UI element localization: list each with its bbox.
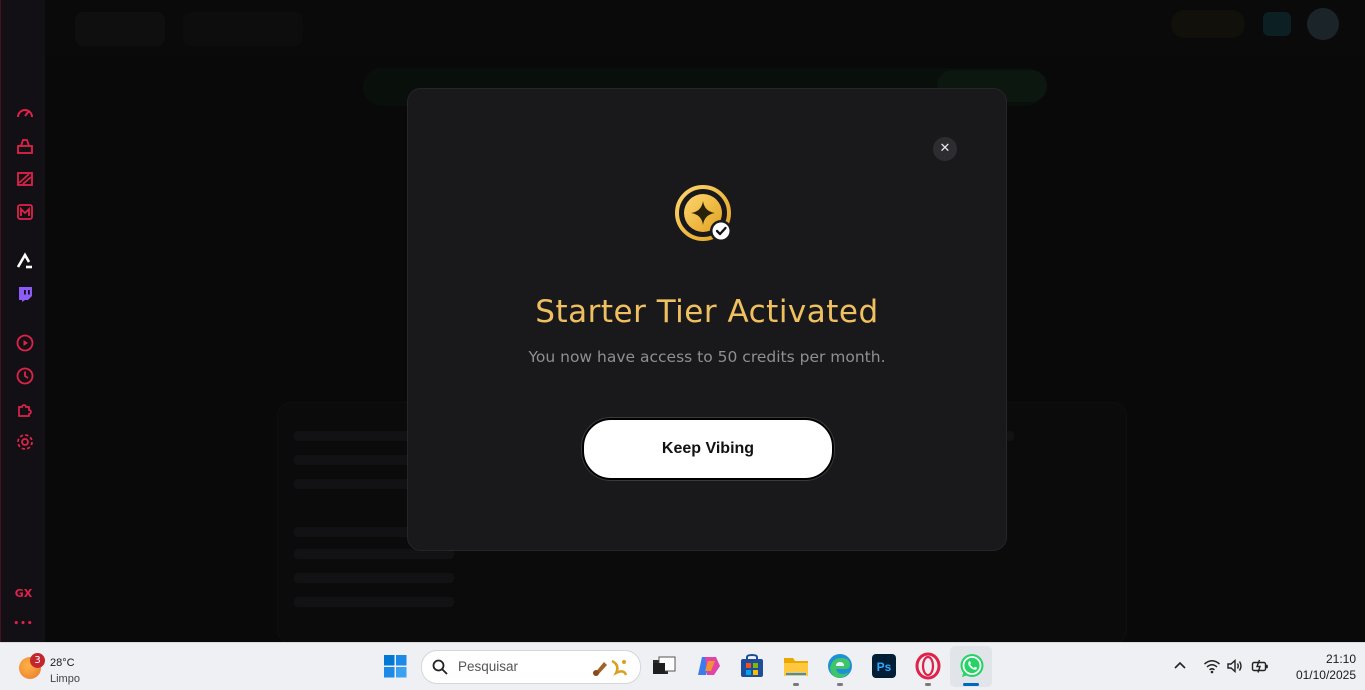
close-button[interactable]: ✕ [933, 137, 957, 161]
svg-text:Ps: Ps [877, 660, 892, 674]
running-indicator [793, 683, 799, 686]
windows-logo-icon [384, 655, 407, 678]
photoshop-icon[interactable]: Ps [870, 652, 898, 680]
weather-condition: Limpo [50, 673, 80, 685]
extensions-icon[interactable] [15, 399, 35, 419]
wifi-icon[interactable] [1203, 657, 1221, 675]
clock-date: 01/10/2025 [1295, 668, 1356, 682]
task-view-icon[interactable] [650, 652, 678, 680]
volume-icon[interactable] [1226, 657, 1244, 675]
taskbar: 3 28°C Limpo Pesquisar Ps 21:10 01/10/20… [0, 642, 1365, 690]
settings-icon[interactable] [15, 432, 35, 452]
opera-icon[interactable] [914, 652, 942, 680]
clock-time: 21:10 [1325, 652, 1356, 666]
running-indicator [925, 683, 931, 686]
weather-temperature: 28°C [50, 657, 75, 669]
copilot-icon[interactable] [694, 652, 722, 680]
dialog-subtitle: You now have access to 50 credits per mo… [528, 348, 886, 366]
store-icon[interactable] [738, 652, 766, 680]
ai-app-icon[interactable] [15, 251, 35, 271]
history-icon[interactable] [15, 366, 35, 386]
running-indicator [837, 683, 843, 686]
search-placeholder: Pesquisar [458, 659, 519, 674]
battery-icon[interactable] [1251, 657, 1269, 675]
flow-icon[interactable] [15, 169, 35, 189]
weather-notification-badge: 3 [30, 653, 45, 668]
search-highlight-icon [590, 657, 630, 677]
active-app-indicator [963, 683, 979, 686]
player-icon[interactable] [15, 333, 35, 353]
more-options-icon[interactable]: ••• [1, 619, 46, 629]
edge-icon[interactable] [826, 652, 854, 680]
tier-activated-dialog: ✕ Starter Tier Activated You now have ac… [407, 88, 1007, 551]
whatsapp-icon[interactable] [958, 652, 986, 680]
file-explorer-icon[interactable] [782, 652, 810, 680]
gx-corner-icon[interactable] [15, 202, 35, 222]
system-clock[interactable]: 21:10 01/10/2025 [1276, 651, 1356, 683]
taskbar-search[interactable]: Pesquisar [421, 650, 641, 684]
sparkle-check-badge-icon [674, 184, 734, 244]
gx-label[interactable]: GX [1, 587, 46, 600]
start-button[interactable] [384, 655, 407, 678]
speed-dial-icon[interactable] [15, 103, 35, 123]
search-icon [432, 659, 448, 675]
chevron-up-icon[interactable] [1171, 657, 1189, 675]
weather-widget[interactable]: 3 28°C Limpo [17, 649, 107, 685]
dialog-title: Starter Tier Activated [535, 294, 879, 330]
browser-sidebar: GX ••• [0, 0, 46, 642]
easy-setup-icon[interactable] [15, 136, 35, 156]
keep-vibing-button[interactable]: Keep Vibing [582, 418, 834, 480]
twitch-icon[interactable] [15, 284, 35, 304]
